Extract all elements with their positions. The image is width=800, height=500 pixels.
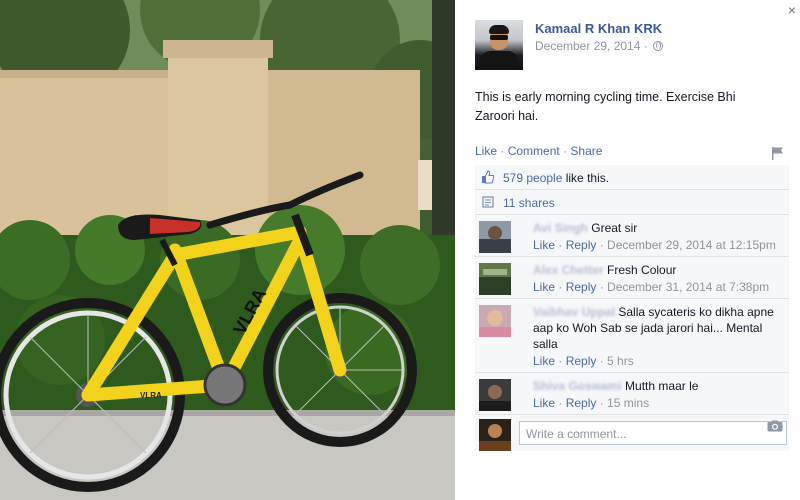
post-actions: Like · Comment · Share xyxy=(475,144,602,158)
close-icon[interactable]: × xyxy=(788,2,796,18)
comment-text: Great sir xyxy=(591,221,638,235)
comment-like-link[interactable]: Like xyxy=(533,238,555,252)
comment-composer: Write a comment... xyxy=(475,415,789,451)
likes-row: 579 people like this. xyxy=(475,165,789,190)
separator: · xyxy=(500,144,505,158)
likes-count-link[interactable]: 579 people xyxy=(503,171,562,185)
post-author: Kamaal R Khan KRK December 29, 2014 · xyxy=(475,18,775,70)
shares-link[interactable]: 11 shares xyxy=(503,196,555,210)
post-photo[interactable]: VLRA VLRA xyxy=(0,0,455,500)
post-date[interactable]: December 29, 2014 · xyxy=(535,39,648,53)
comment-body: Shiva Goswami Mutth maar le xyxy=(533,378,783,394)
comment-like-link[interactable]: Like xyxy=(533,396,555,410)
avatar[interactable] xyxy=(479,263,511,295)
comment-author-link[interactable]: Alex Chetter xyxy=(533,263,604,277)
comment-like-link[interactable]: Like xyxy=(533,354,555,368)
comment-timestamp[interactable]: 5 hrs xyxy=(607,354,634,368)
likes-suffix: like this. xyxy=(562,171,610,185)
frame-brand-small-text: VLRA xyxy=(140,391,162,400)
shares-icon xyxy=(482,196,494,208)
comment-body: Vaibhav Uppal Salla sycateris ko dikha a… xyxy=(533,304,783,352)
comment-reply-link[interactable]: Reply xyxy=(566,396,597,410)
avatar[interactable] xyxy=(479,221,511,253)
comment-like-link[interactable]: Like xyxy=(533,280,555,294)
like-link[interactable]: Like xyxy=(475,144,497,158)
comment-meta: Like · Reply · 5 hrs xyxy=(533,354,634,368)
share-link[interactable]: Share xyxy=(570,144,602,158)
comment-reply-link[interactable]: Reply xyxy=(566,238,597,252)
camera-icon[interactable] xyxy=(767,420,783,432)
avatar[interactable] xyxy=(479,379,511,411)
ufi-block: 579 people like this. 11 shares Avi Sing… xyxy=(475,165,789,451)
comment-text: Fresh Colour xyxy=(607,263,677,277)
likes-summary: 579 people like this. xyxy=(503,171,609,185)
comment-input[interactable]: Write a comment... xyxy=(519,421,787,445)
comment-item: Avi Singh Great sir Like · Reply · Decem… xyxy=(475,215,789,257)
comment-timestamp[interactable]: 15 mins xyxy=(607,396,649,410)
comment-author-link[interactable]: Shiva Goswami xyxy=(533,379,622,393)
globe-icon[interactable] xyxy=(653,41,664,51)
comment-timestamp[interactable]: December 29, 2014 at 12:15pm xyxy=(607,238,776,252)
thumbs-up-icon xyxy=(482,170,495,184)
comment-meta: Like · Reply · December 31, 2014 at 7:38… xyxy=(533,280,770,294)
comment-reply-link[interactable]: Reply xyxy=(566,280,597,294)
separator: · xyxy=(563,144,568,158)
comment-item: Vaibhav Uppal Salla sycateris ko dikha a… xyxy=(475,299,789,373)
comment-link[interactable]: Comment xyxy=(508,144,560,158)
comment-text: Mutth maar le xyxy=(625,379,699,393)
shares-row: 11 shares xyxy=(475,190,789,215)
avatar[interactable] xyxy=(475,20,523,70)
post-timestamp[interactable]: December 29, 2014 · xyxy=(535,39,664,53)
comment-author-link[interactable]: Avi Singh xyxy=(533,221,588,235)
flag-icon[interactable] xyxy=(771,146,785,160)
comment-body: Alex Chetter Fresh Colour xyxy=(533,262,783,278)
comment-meta: Like · Reply · December 29, 2014 at 12:1… xyxy=(533,238,776,252)
post-panel: × Kamaal R Khan KRK December 29, 2014 · … xyxy=(455,0,800,500)
avatar xyxy=(479,419,511,451)
bicycle-photo: VLRA VLRA xyxy=(0,0,455,500)
avatar[interactable] xyxy=(479,305,511,337)
comment-meta: Like · Reply · 15 mins xyxy=(533,396,650,410)
comment-reply-link[interactable]: Reply xyxy=(566,354,597,368)
comment-body: Avi Singh Great sir xyxy=(533,220,783,236)
post-text: This is early morning cycling time. Exer… xyxy=(475,90,736,123)
author-name-link[interactable]: Kamaal R Khan KRK xyxy=(535,21,662,36)
comment-timestamp[interactable]: December 31, 2014 at 7:38pm xyxy=(607,280,769,294)
comment-author-link[interactable]: Vaibhav Uppal xyxy=(533,305,615,319)
comment-item: Shiva Goswami Mutth maar le Like · Reply… xyxy=(475,373,789,415)
comment-item: Alex Chetter Fresh Colour Like · Reply ·… xyxy=(475,257,789,299)
